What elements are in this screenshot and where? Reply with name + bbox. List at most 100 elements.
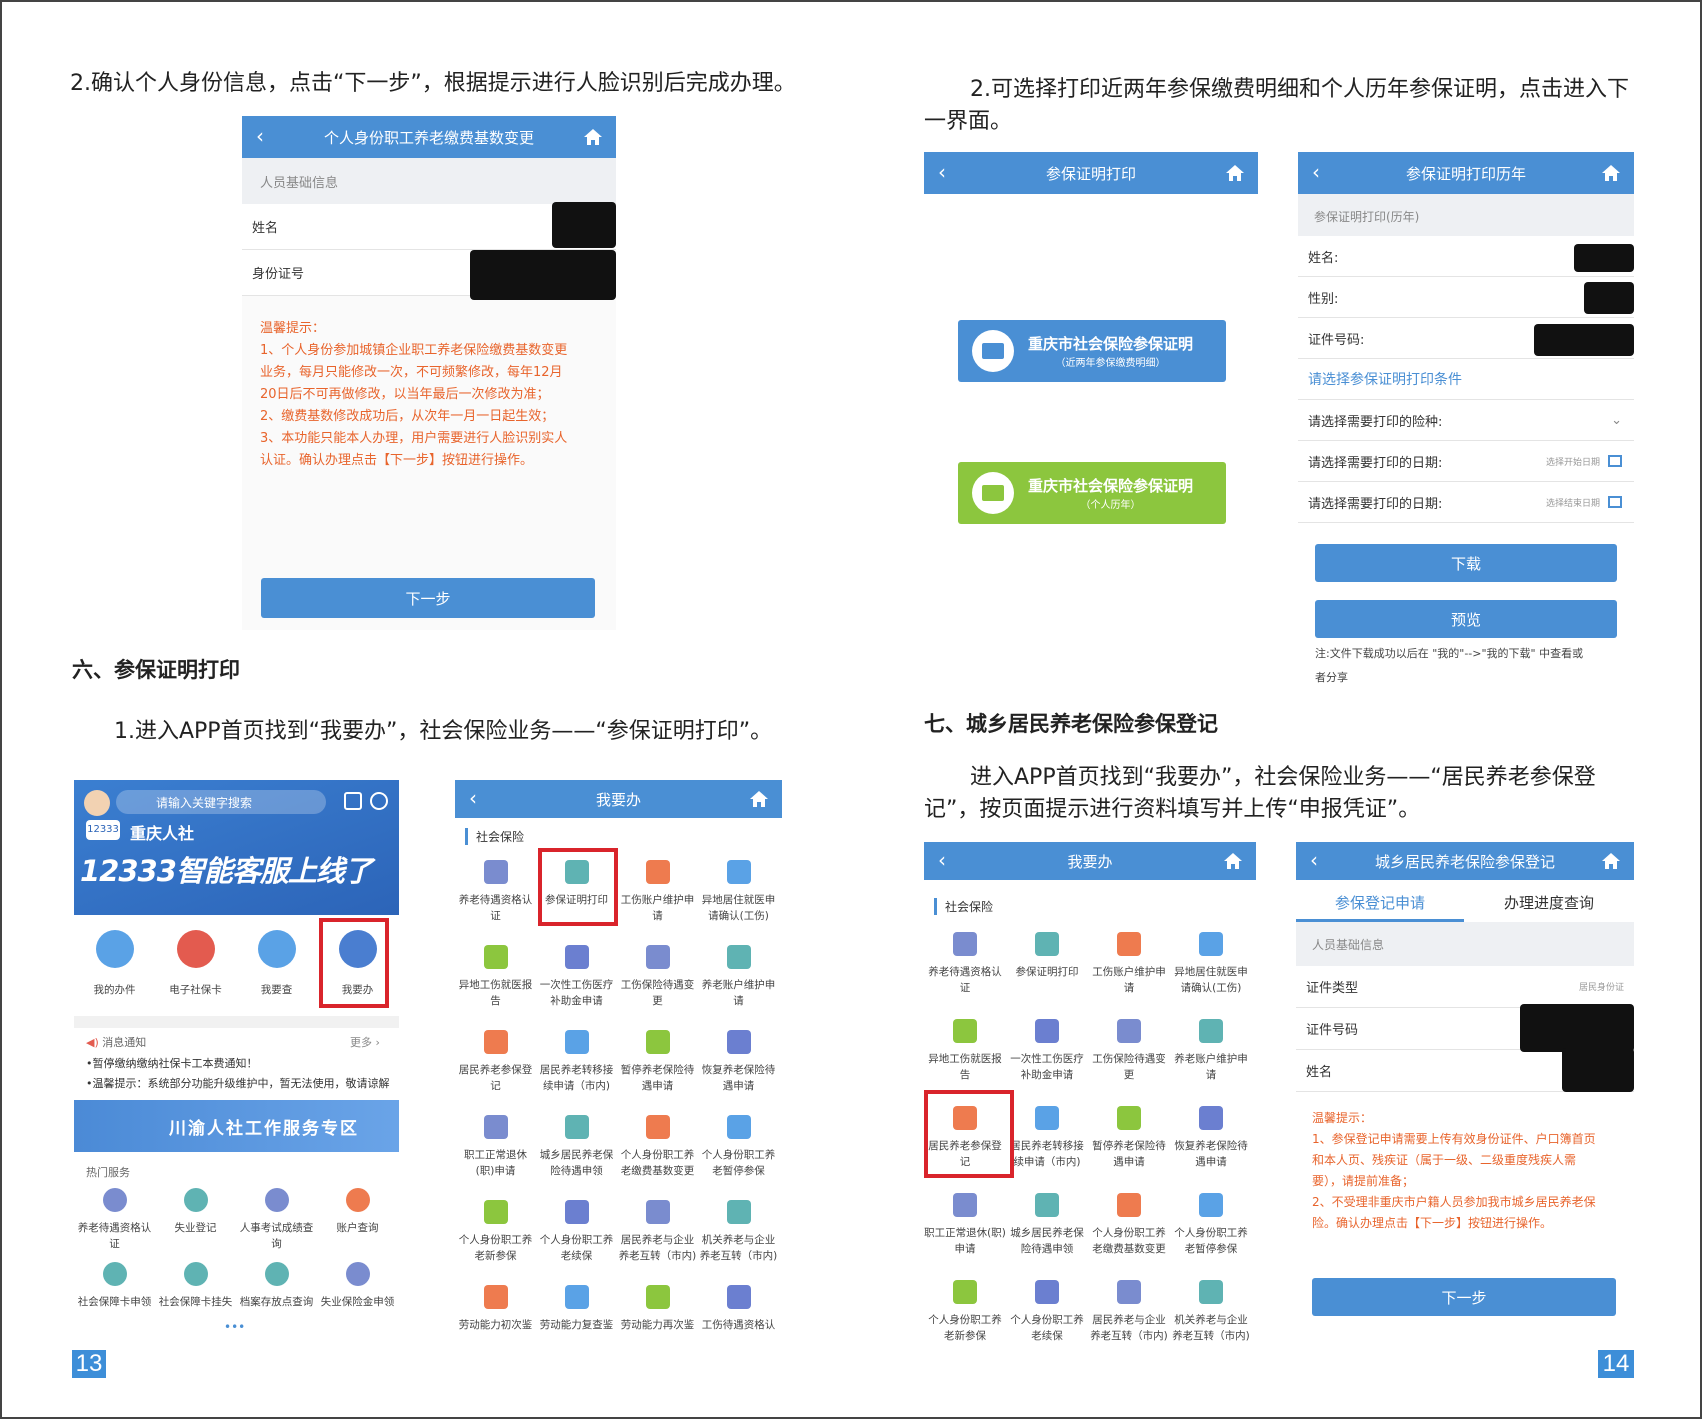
hot-item[interactable]: 档案存放点查询 [236,1262,317,1310]
service-item[interactable]: 恢复养老保险待遇申请 [698,1030,779,1115]
next-button[interactable]: 下一步 [1312,1278,1616,1316]
service-icon [564,1030,589,1054]
service-item[interactable]: 个人身份职工养老缴费基数变更 [617,1115,698,1200]
service-item[interactable]: 居民养老与企业养老互转（市内) [1088,1280,1170,1367]
service-item[interactable]: 暂停养老保险待遇申请 [617,1030,698,1115]
cert-history-button[interactable]: 重庆市社会保险参保证明 （个人历年） [958,462,1226,524]
service-icon [1117,932,1141,956]
service-item[interactable]: 个人身份职工养老续保 [536,1200,617,1285]
service-item[interactable]: 职工正常退休(职)申请 [455,1115,536,1200]
service-item[interactable]: 居民养老转移接续申请（市内) [536,1030,617,1115]
back-icon[interactable]: ‹ [938,160,946,184]
service-item[interactable]: 参保证明打印 [1006,932,1088,1019]
avatar[interactable] [84,790,110,816]
service-item[interactable]: 机关养老与企业养老互转（市内) [1170,1280,1252,1367]
service-icon [1199,1106,1223,1130]
hot-item[interactable]: 社会保障卡挂失 [155,1262,236,1310]
service-item[interactable]: 劳动能力初次鉴 [455,1285,536,1370]
service-item[interactable]: 异地工伤就医报告 [455,945,536,1030]
home-icon[interactable] [584,129,602,145]
service-icon [564,1200,589,1224]
service-item[interactable]: 个人身份职工养老新参保 [455,1200,536,1285]
service-item[interactable]: 异地居住就医申请确认(工伤) [1170,932,1252,1019]
service-item[interactable]: 居民养老转移接续申请（市内) [1006,1106,1088,1193]
refresh-icon[interactable] [370,792,388,810]
back-icon[interactable]: ‹ [1310,848,1318,872]
service-item[interactable]: 暂停养老保险待遇申请 [1088,1106,1170,1193]
back-icon[interactable]: ‹ [938,848,946,872]
service-item[interactable]: 劳动能力复查鉴 [536,1285,617,1370]
end-date-row[interactable]: 请选择需要打印的日期: 选择结束日期 [1298,482,1634,523]
service-item[interactable]: 个人身份职工养老暂停参保 [698,1115,779,1200]
service-item[interactable]: 居民养老参保登记 [455,1030,536,1115]
hot-item[interactable]: 人事考试成绩查询 [236,1188,317,1252]
cert-recent-button[interactable]: 重庆市社会保险参保证明 （近两年参保缴费明细） [958,320,1226,382]
service-item[interactable]: 城乡居民养老保险待遇申领 [1006,1193,1088,1280]
hot-item[interactable]: 失业保险金申领 [317,1262,398,1310]
service-item[interactable]: 养老待遇资格认证 [455,860,536,945]
service-item[interactable]: 个人身份职工养老续保 [1006,1280,1088,1367]
service-item[interactable]: 一次性工伤医疗补助金申请 [536,945,617,1030]
zone-banner[interactable]: 川渝人社工作服务专区 [74,1100,399,1152]
right-step2-text: 2.可选择打印近两年参保缴费明细和个人历年参保证明，点击进入下一界面。 [924,77,1629,134]
my-cases-button[interactable]: 我的办件 [74,920,155,1008]
service-item[interactable]: 城乡居民养老保险待遇申领 [536,1115,617,1200]
type-select[interactable]: 请选择需要打印的险种: ⌄ [1298,400,1634,441]
back-icon[interactable]: ‹ [256,124,264,148]
service-icon [953,1280,977,1304]
service-item[interactable]: 职工正常退休(职)申请 [924,1193,1006,1280]
service-label: 劳动能力再次鉴 [620,1319,695,1331]
service-item[interactable]: 劳动能力再次鉴 [617,1285,698,1370]
service-item[interactable]: 个人身份职工养老暂停参保 [1170,1193,1252,1280]
service-grid: 养老待遇资格认证 参保证明打印 工伤账户维护申请 异地居住就医申请确认(工伤) 异地工伤… [455,860,782,1370]
back-icon[interactable]: ‹ [1312,160,1320,184]
service-item[interactable]: 一次性工伤医疗补助金申请 [1006,1019,1088,1106]
service-item[interactable]: 养老账户维护申请 [698,945,779,1030]
service-item[interactable]: 恢复养老保险待遇申请 [1170,1106,1252,1193]
next-button[interactable]: 下一步 [261,578,595,618]
home-icon[interactable] [1226,165,1244,181]
download-button[interactable]: 下载 [1315,544,1617,582]
back-icon[interactable]: ‹ [469,786,477,810]
section7-heading: 七、城乡居民养老保险参保登记 [924,712,1218,736]
service-item[interactable]: 居民养老与企业养老互转（市内) [617,1200,698,1285]
query-button[interactable]: 我要查 [236,920,317,1008]
hot-item[interactable]: 养老待遇资格认证 [74,1188,155,1252]
tab-progress[interactable]: 办理进度查询 [1464,880,1634,922]
hot-services: 养老待遇资格认证 失业登记 人事考试成绩查询 账户查询 [74,1188,399,1252]
service-item[interactable]: 个人身份职工养老新参保 [924,1280,1006,1367]
home-icon[interactable] [1224,853,1242,869]
service-item[interactable]: 工伤账户维护申请 [1088,932,1170,1019]
service-item[interactable]: 工伤保险待遇变更 [617,945,698,1030]
home-icon[interactable] [1602,165,1620,181]
home-icon[interactable] [750,791,768,807]
service-item[interactable]: 工伤待遇资格认 [698,1285,779,1370]
search-input[interactable]: 请输入关键字搜索 [116,790,326,814]
service-icon [564,945,589,969]
hot-services-2: 社会保障卡申领 社会保障卡挂失 档案存放点查询 失业保险金申领 [74,1262,399,1310]
cert-type-row[interactable]: 证件类型 居民身份证 [1296,966,1634,1008]
service-item[interactable]: 养老待遇资格认证 [924,932,1006,1019]
hot-item[interactable]: 失业登记 [155,1188,236,1252]
home-icon[interactable] [1602,853,1620,869]
start-date-row[interactable]: 请选择需要打印的日期: 选择开始日期 [1298,441,1634,482]
e-card-button[interactable]: 电子社保卡 [155,920,236,1008]
hot-item[interactable]: 账户查询 [317,1188,398,1252]
calendar-icon [1608,455,1622,467]
service-item[interactable]: 异地居住就医申请确认(工伤) [698,860,779,945]
service-item[interactable]: 工伤保险待遇变更 [1088,1019,1170,1106]
preview-button[interactable]: 预览 [1315,600,1617,638]
phone-header: ‹ 城乡居民养老保险参保登记 [1296,842,1634,880]
service-icon [1117,1280,1141,1304]
hot-item[interactable]: 社会保障卡申领 [74,1262,155,1310]
notice-1[interactable]: •暂停缴纳缴纳社保卡工本费通知！ [86,1055,396,1071]
tab-register[interactable]: 参保登记申请 [1296,880,1464,922]
notice-2[interactable]: •温馨提示：系统部分功能升级维护中，暂无法使用，敬请谅解 [86,1075,396,1091]
service-item[interactable]: 养老账户维护申请 [1170,1019,1252,1106]
scan-icon[interactable] [344,792,362,810]
service-item[interactable]: 机关养老与企业养老互转（市内) [698,1200,779,1285]
service-item[interactable]: 个人身份职工养老缴费基数变更 [1088,1193,1170,1280]
service-item[interactable]: 工伤账户维护申请 [617,860,698,945]
service-label: 个人身份职工养老续保 [1010,1314,1084,1342]
more-link[interactable]: 更多 › [350,1034,380,1050]
